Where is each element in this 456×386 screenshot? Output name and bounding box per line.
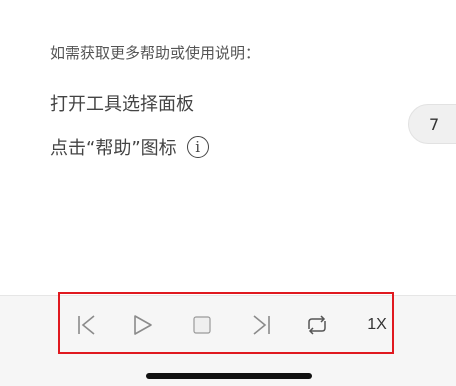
loop-button[interactable] (300, 294, 334, 356)
skip-forward-button[interactable] (246, 294, 276, 356)
skip-forward-icon (253, 315, 270, 335)
play-button[interactable] (128, 294, 158, 356)
stop-icon (193, 316, 211, 334)
skip-back-icon (78, 315, 95, 335)
click-help-icon-row: 点击“帮助”图标 i (50, 134, 209, 160)
skip-back-button[interactable] (72, 294, 102, 356)
open-tool-panel-text: 打开工具选择面板 (50, 94, 194, 115)
play-icon (134, 315, 152, 335)
stop-button[interactable] (187, 294, 217, 356)
home-indicator[interactable] (146, 373, 312, 379)
playback-controls: 1X (58, 292, 394, 354)
help-instruction-text: 如需获取更多帮助或使用说明： (50, 44, 261, 62)
playback-speed-button[interactable]: 1X (362, 294, 392, 356)
click-help-icon-text: 点击“帮助”图标 (50, 138, 177, 159)
info-icon: i (186, 136, 209, 158)
loop-icon (308, 315, 326, 335)
page-number: 7 (429, 114, 440, 134)
page-number-tab[interactable]: 7 (408, 104, 456, 144)
